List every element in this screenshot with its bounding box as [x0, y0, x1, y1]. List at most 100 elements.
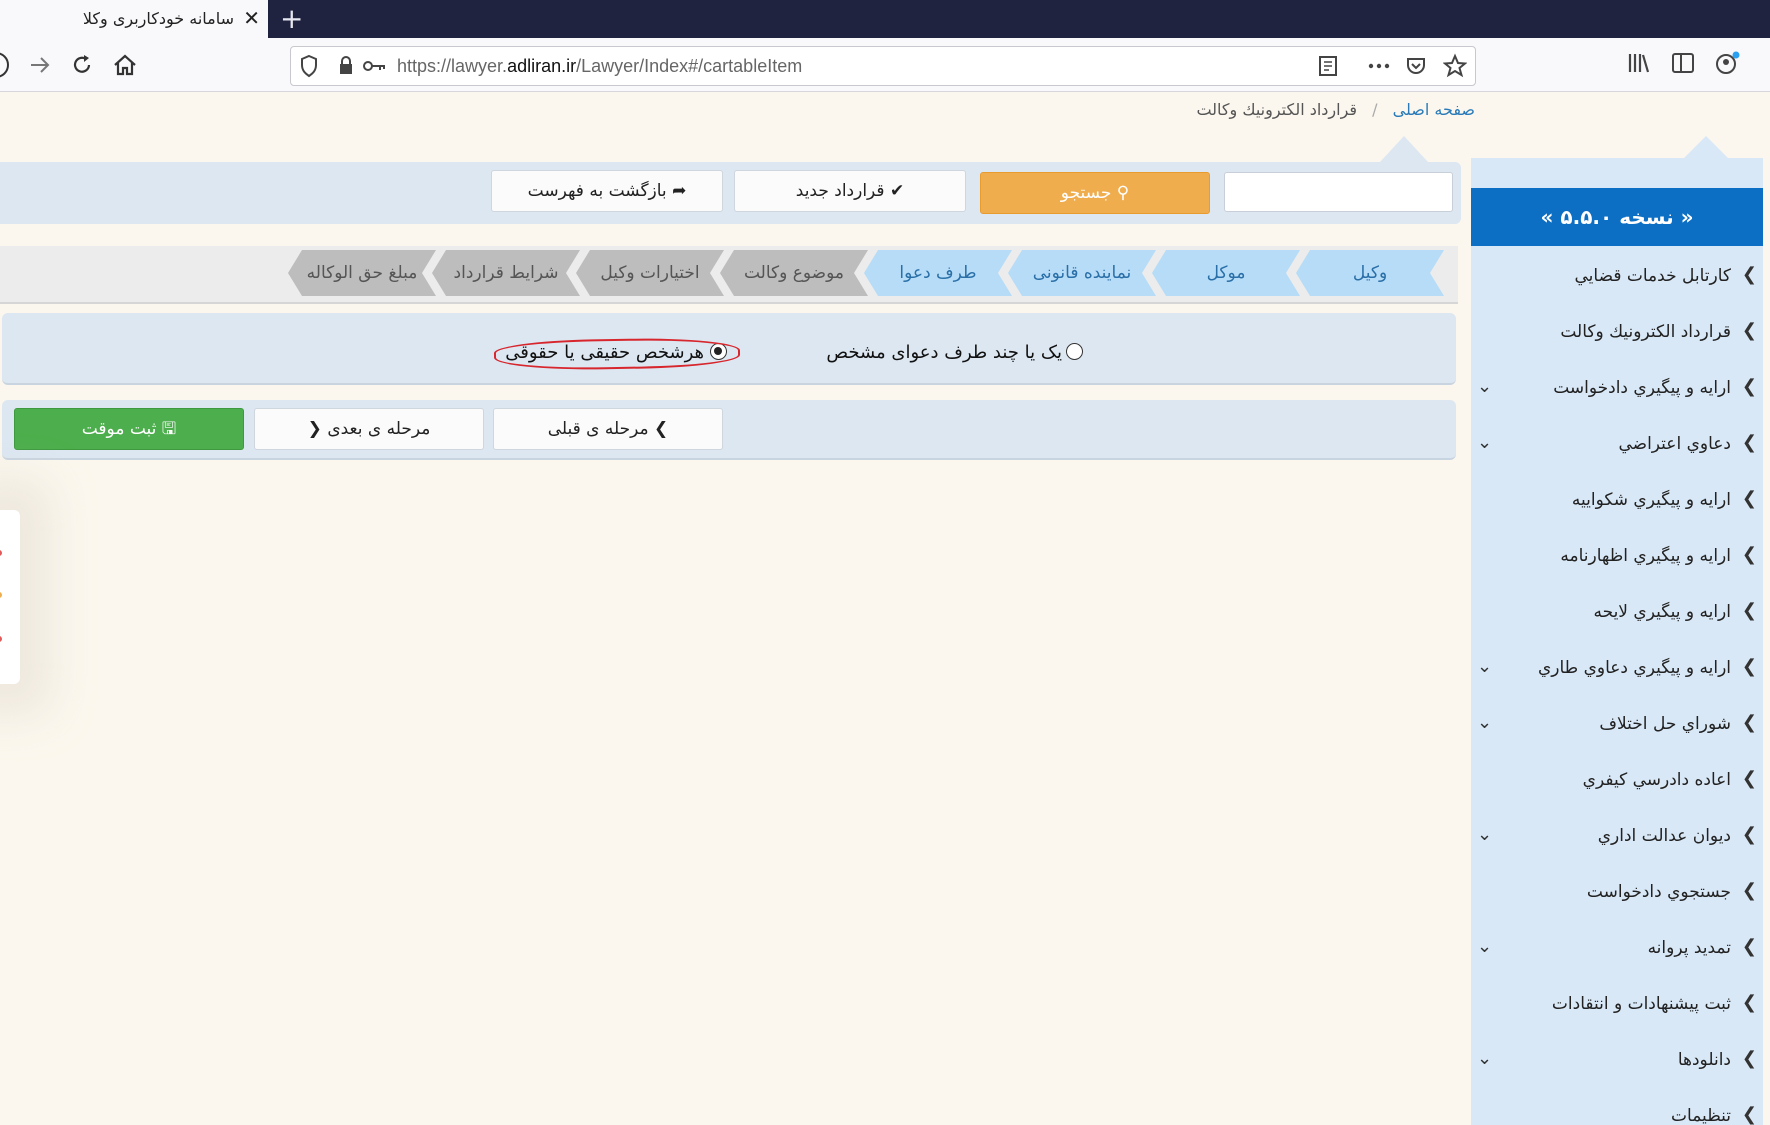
new-contract-label: قرارداد جديد: [795, 181, 885, 201]
version-banner: « نسخه ۵.۵.۰ »: [1471, 188, 1763, 246]
sidebar-notch: [1684, 136, 1728, 158]
save-icon: 🖫: [161, 419, 177, 439]
sidebar-item[interactable]: ❮ ارايه و پيگيري دعاوي طاري ⌄: [1471, 650, 1763, 690]
search-input[interactable]: [1224, 172, 1453, 212]
search-icon: ⚲: [1116, 183, 1130, 203]
chevron-right-icon: ❯: [654, 419, 669, 439]
wizard-step[interactable]: وکیل: [1296, 250, 1444, 296]
url-bar[interactable]: https://lawyer.adliran.ir/Lawyer/Index#/…: [290, 46, 1476, 86]
sidebar-item-label: ارايه و پيگيري دعاوي طاري: [1537, 658, 1731, 678]
sidebar-item[interactable]: ❮ ثبت پيشنهادات و انتقادات: [1471, 986, 1763, 1026]
next-step-label: مرحله ی بعدی: [327, 419, 431, 439]
chevron-left-icon: ❮: [1741, 544, 1757, 565]
sidebar-item-label: ثبت پيشنهادات و انتقادات: [1551, 994, 1731, 1014]
chevron-down-icon[interactable]: ⌄: [1477, 376, 1492, 397]
chevron-left-icon: ❮: [1741, 1048, 1757, 1069]
sidebar-item[interactable]: ❮ دعاوي اعتراضي ⌄: [1471, 426, 1763, 466]
browser-tab-strip: سامانه خودکاربری وکلا ✕ +: [0, 0, 1770, 38]
chevron-down-icon[interactable]: ⌄: [1477, 432, 1492, 453]
action-bar: ❯ مرحله ی قبلی مرحله ی بعدی ❮ 🖫 ثبت موقت: [2, 400, 1456, 460]
save-draft-label: ثبت موقت: [81, 419, 157, 439]
sidebar-item[interactable]: ❮ قرارداد الکترونيك وكالت: [1471, 314, 1763, 354]
new-tab-button[interactable]: +: [280, 2, 303, 35]
chevron-left-icon: ❮: [1741, 824, 1757, 845]
sidebar-item[interactable]: ❮ ارايه و پيگيري دادخواست ⌄: [1471, 370, 1763, 410]
chevron-left-icon: ❮: [1741, 264, 1757, 285]
sidebar-item[interactable]: ❮ اعاده دادرسي كيفري: [1471, 762, 1763, 802]
wizard-steps: وکیل موکل نماینده قانونی طرف دعوا موضوع وکال…: [0, 246, 1458, 304]
sidebar-item[interactable]: ❮ ديوان عدالت اداري ⌄: [1471, 818, 1763, 858]
chevron-left-icon: ❮: [1741, 320, 1757, 341]
lock-icon[interactable]: [337, 53, 355, 84]
wizard-step[interactable]: اختیارات وکیل: [576, 250, 724, 296]
sidebar-item[interactable]: ❮ ارايه و پيگيري لايحه: [1471, 594, 1763, 634]
chevron-left-icon: ❮: [1741, 768, 1757, 789]
chevron-down-icon[interactable]: ⌄: [1477, 824, 1492, 845]
reload-icon[interactable]: [70, 50, 94, 89]
back-icon[interactable]: [0, 50, 14, 89]
search-button-label: جستجو: [1060, 183, 1112, 203]
key-icon[interactable]: [361, 53, 387, 84]
wizard-step[interactable]: شرایط قرارداد: [432, 250, 580, 296]
sidebar-item[interactable]: ❮ ارايه و پيگيري اظهارنامه: [1471, 538, 1763, 578]
sidebar-item-label: شوراي حل اختلاف: [1599, 714, 1731, 734]
sidebar-item-label: ارايه و پيگيري اظهارنامه: [1560, 546, 1731, 566]
sidebar-item-label: ارايه و پيگيري دادخواست: [1553, 378, 1731, 398]
previous-step-button[interactable]: ❯ مرحله ی قبلی: [493, 408, 723, 450]
sidebar-item-label: دعاوي اعتراضي: [1618, 434, 1731, 454]
chevron-left-icon: ❮: [1741, 488, 1757, 509]
breadcrumb-separator: /: [1372, 100, 1378, 119]
sidebar-item[interactable]: ❮ کارتابل خدمات قضايي: [1471, 258, 1763, 298]
chevron-left-icon: ❮: [1741, 1104, 1757, 1125]
pocket-icon[interactable]: [1405, 53, 1427, 84]
new-contract-button[interactable]: ✔ قرارداد جديد: [734, 170, 966, 212]
sidebar-item-label: دانلودها: [1677, 1050, 1731, 1070]
chevron-down-icon[interactable]: ⌄: [1477, 1048, 1492, 1069]
wizard-step[interactable]: مبلغ حق الوکاله: [288, 250, 436, 296]
chevron-left-icon: ❮: [1741, 600, 1757, 621]
breadcrumb: صفحه اصلی / قرارداد الکترونيك وكالت: [1196, 100, 1475, 119]
account-icon[interactable]: [1714, 50, 1744, 81]
floating-side-widget[interactable]: [0, 510, 20, 684]
reader-view-icon[interactable]: [1317, 53, 1339, 84]
home-icon[interactable]: [112, 50, 138, 89]
sidebar-item-label: اعاده دادرسي كيفري: [1582, 770, 1731, 790]
radio-specific-parties[interactable]: [1066, 343, 1083, 360]
wizard-step[interactable]: موضوع وکالت: [720, 250, 868, 296]
breadcrumb-home-link[interactable]: صفحه اصلی: [1393, 100, 1475, 119]
save-draft-button[interactable]: 🖫 ثبت موقت: [14, 408, 244, 450]
sidebar-item[interactable]: ❮ جستجوي دادخواست: [1471, 874, 1763, 914]
more-icon[interactable]: [1367, 53, 1391, 84]
chevron-down-icon[interactable]: ⌄: [1477, 712, 1492, 733]
radio-specific-parties-label[interactable]: یک یا چند طرف دعوای مشخص: [826, 342, 1062, 363]
sidebar-item-label: ارايه و پيگيري لايحه: [1593, 602, 1731, 622]
sidebar-item-label: تمديد پروانه: [1647, 938, 1731, 958]
previous-step-label: مرحله ی قبلی: [547, 419, 649, 439]
chevron-left-icon: ❮: [1741, 992, 1757, 1013]
next-step-button[interactable]: مرحله ی بعدی ❮: [254, 408, 484, 450]
url-text[interactable]: https://lawyer.adliran.ir/Lawyer/Index#/…: [397, 56, 802, 77]
wizard-step[interactable]: نماینده قانونی: [1008, 250, 1156, 296]
library-icon[interactable]: [1626, 50, 1652, 81]
sidebar-item[interactable]: ❮ تمديد پروانه ⌄: [1471, 930, 1763, 970]
browser-tab[interactable]: سامانه خودکاربری وکلا ✕: [0, 0, 268, 38]
sidebar-item[interactable]: ❮ ارايه و پيگيري شکواييه: [1471, 482, 1763, 522]
bookmark-star-icon[interactable]: [1442, 53, 1468, 84]
wizard-step[interactable]: موکل: [1152, 250, 1300, 296]
tab-title: سامانه خودکاربری وکلا: [82, 9, 234, 28]
sidebar-toggle-icon[interactable]: [1670, 50, 1696, 81]
sidebar-item[interactable]: ❮ شوراي حل اختلاف ⌄: [1471, 706, 1763, 746]
wizard-step[interactable]: طرف دعوا: [864, 250, 1012, 296]
sidebar-item[interactable]: ❮ دانلودها ⌄: [1471, 1042, 1763, 1082]
chevron-down-icon[interactable]: ⌄: [1477, 656, 1492, 677]
chevron-left-icon: ❮: [1741, 880, 1757, 901]
shield-icon[interactable]: [299, 53, 319, 84]
chevron-left-icon: ❮: [1741, 432, 1757, 453]
search-button[interactable]: ⚲ جستجو: [980, 172, 1210, 214]
close-icon[interactable]: ✕: [243, 6, 260, 30]
sidebar-item[interactable]: ❮ تنظيمات: [1471, 1098, 1763, 1125]
chevron-left-icon: ❮: [1741, 936, 1757, 957]
chevron-down-icon[interactable]: ⌄: [1477, 936, 1492, 957]
back-to-list-button[interactable]: ➦ بازگشت به فهرست: [491, 170, 723, 212]
forward-icon[interactable]: [28, 50, 52, 89]
